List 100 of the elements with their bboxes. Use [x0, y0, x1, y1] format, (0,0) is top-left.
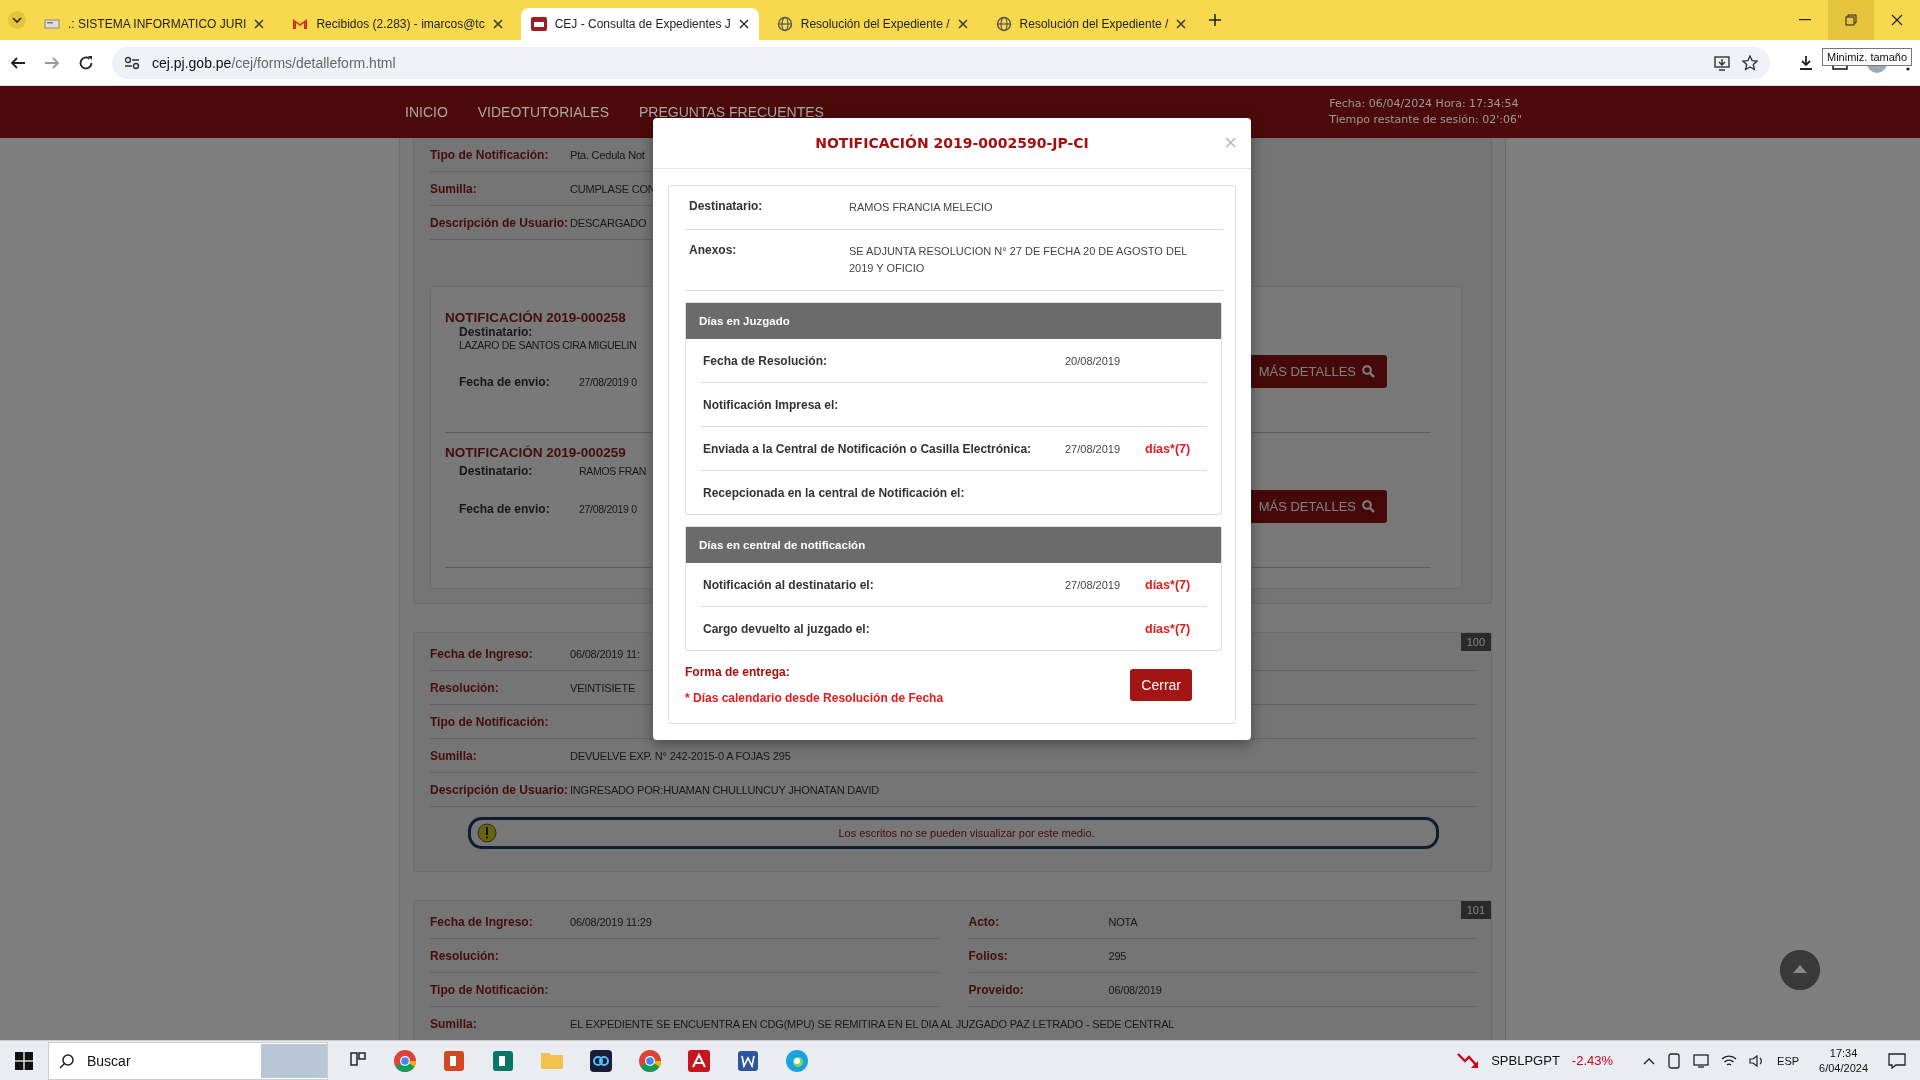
browser-tab[interactable]: Resolución del Expediente /	[766, 8, 978, 40]
tab-list-icon[interactable]	[8, 11, 26, 29]
field-value: VEINTISIETE	[570, 681, 636, 694]
restore-icon[interactable]	[1845, 14, 1857, 26]
dialog-title: NOTIFICACIÓN 2019-0002590-JP-CI	[815, 135, 1089, 151]
session-clock-text: Fecha: 06/04/2024 Hora: 17:34:54	[1329, 96, 1520, 112]
field-label: Destinatario:	[459, 325, 533, 339]
browser-tab[interactable]: Recibidos (2.283) - imarcos@tc	[282, 8, 513, 40]
field-label: Sumilla:	[430, 181, 478, 196]
back-arrow-icon[interactable]	[10, 54, 26, 71]
word-app-icon[interactable]	[736, 1048, 760, 1073]
close-icon[interactable]	[957, 19, 968, 29]
field-value: EL EXPEDIENTE SE ENCUENTRA EN CDG(MPU) SE REMITIRA EN EL DIA AL JUZGADO PAZ LETRADO - SEDE CENTRAL	[570, 1017, 1175, 1030]
field-label: Notificación al destinatario el:	[702, 577, 875, 592]
field-label: Tipo de Notificación:	[430, 982, 550, 997]
edge-browser-icon[interactable]	[785, 1048, 809, 1073]
close-button[interactable]: Cerrar	[1130, 669, 1192, 701]
session-clock-text: Tiempo restante de sesión: 02':06"	[1329, 112, 1522, 128]
field-label: Fecha de Resolución:	[702, 353, 829, 368]
scroll-to-top-button[interactable]	[1780, 950, 1820, 990]
days-count: días*(7)	[1145, 577, 1191, 592]
search-icon	[59, 1052, 75, 1069]
field-value: RAMOS FRAN	[579, 465, 646, 477]
site-settings-icon[interactable]	[124, 55, 140, 70]
close-icon[interactable]	[738, 19, 749, 29]
search-highlight-picture	[261, 1043, 327, 1078]
field-label: Fecha de envio:	[459, 502, 551, 516]
field-value: 06/08/2019	[1108, 983, 1162, 996]
date-value: 20/08/2019	[1065, 354, 1121, 367]
tooltip: Minimiz. tamaño	[1822, 48, 1913, 66]
field-value: RAMOS FRANCIA MELECIO	[849, 200, 994, 215]
field-value: 27/08/2019 0	[579, 376, 637, 388]
field-value: LAZARO DE SANTOS CIRA MIGUELIN	[459, 339, 637, 351]
notification-title: NOTIFICACIÓN 2019-000259	[445, 445, 626, 460]
pdf-app-icon[interactable]	[687, 1048, 711, 1073]
stock-change: -2.43%	[1571, 1053, 1614, 1068]
browser-icon[interactable]	[393, 1048, 417, 1073]
field-value: 27/08/2019 0	[579, 503, 637, 515]
field-value: INGRESADO POR:HUAMAN CHULLUNCUY JHONATAN DAVID	[570, 783, 880, 796]
star-icon[interactable]	[1742, 54, 1758, 71]
field-label: Anexos:	[688, 243, 738, 259]
nav-link[interactable]: VIDEOTUTORIALES	[477, 104, 609, 120]
device-icon[interactable]	[1667, 1052, 1682, 1069]
globe-icon	[995, 16, 1012, 32]
field-label: Sumilla:	[430, 1016, 478, 1031]
field-value: 06/08/2019 11:	[570, 647, 640, 660]
field-value: Pta. Cedula Not	[570, 148, 645, 161]
monitor-icon[interactable]	[1693, 1053, 1710, 1068]
nav-link[interactable]: INICIO	[405, 104, 448, 120]
search-icon	[1362, 499, 1375, 513]
start-icon[interactable]	[15, 1051, 33, 1070]
new-tab-icon[interactable]	[1208, 13, 1223, 27]
search-field[interactable]: Buscar	[48, 1041, 328, 1080]
field-label: Notificación Impresa el:	[702, 397, 840, 412]
stock-symbol: SPBLPGPT	[1491, 1053, 1560, 1068]
section-header: Días en Juzgado	[686, 303, 1221, 339]
close-icon[interactable]	[1176, 19, 1187, 29]
slides-app-icon[interactable]	[442, 1048, 466, 1073]
field-label: Folios:	[968, 948, 1009, 963]
close-icon[interactable]	[1891, 14, 1903, 26]
field-label: Tipo de Notificación:	[430, 147, 550, 162]
globe-icon	[776, 16, 793, 32]
install-app-icon[interactable]	[1714, 54, 1730, 71]
field-value: DEVUELVE EXP. N° 242-2015-0 A FOJAS 295	[570, 749, 791, 762]
forward-arrow-icon[interactable]	[44, 54, 60, 71]
field-label: Resolución:	[430, 948, 500, 963]
language-indicator[interactable]: ESP	[1777, 1054, 1800, 1067]
search-icon	[1362, 364, 1375, 378]
clock-date[interactable]: 6/04/2024	[1819, 1060, 1868, 1076]
reload-icon[interactable]	[78, 54, 94, 71]
document-icon	[44, 16, 60, 32]
field-value: SE ADJUNTA RESOLUCION N° 27 DE FECHA 20 DE AGOSTO DEL 2019 Y OFICIO	[849, 244, 1188, 276]
close-icon[interactable]	[492, 19, 503, 29]
chevron-up-icon[interactable]	[1643, 1056, 1656, 1065]
browser-tab[interactable]: CEJ - Consulta de Expedientes J	[520, 8, 759, 40]
wifi-icon[interactable]	[1721, 1053, 1738, 1068]
date-value: 27/08/2019	[1065, 442, 1121, 455]
field-label: Forma de entrega:	[685, 665, 791, 679]
publisher-app-icon[interactable]	[491, 1048, 515, 1073]
notifications-icon[interactable]	[1888, 1052, 1906, 1069]
url-text: cej.pj.gob.pe/cej/forms/detalleform.html	[152, 54, 396, 71]
notification-title: NOTIFICACIÓN 2019-000258	[445, 310, 626, 325]
browser-icon[interactable]	[638, 1048, 662, 1073]
address-bar[interactable]: cej.pj.gob.pe/cej/forms/detalleform.html	[112, 46, 1770, 79]
section-header: Días en central de notificación	[686, 527, 1221, 563]
clock-time[interactable]: 17:34	[1819, 1045, 1868, 1061]
mail-icon	[292, 18, 309, 30]
browser-tab[interactable]: Resolución del Expediente /	[985, 8, 1197, 40]
field-value: DESCARGADO	[570, 216, 647, 229]
minimize-icon[interactable]	[1799, 19, 1811, 21]
close-icon[interactable]	[254, 19, 265, 29]
nav-link[interactable]: PREGUNTAS FRECUENTES	[639, 104, 824, 120]
browser-tab[interactable]: .: SISTEMA INFORMATICO JURI	[34, 8, 275, 40]
media-app-icon[interactable]	[589, 1048, 613, 1073]
download-icon[interactable]	[1798, 54, 1814, 71]
field-value: 06/08/2019 11:29	[570, 915, 652, 928]
field-label: Tipo de Notificación:	[430, 714, 550, 729]
field-value: 295	[1108, 949, 1127, 962]
days-count: días*(7)	[1145, 621, 1191, 636]
stock-chart-icon[interactable]	[1457, 1050, 1480, 1071]
